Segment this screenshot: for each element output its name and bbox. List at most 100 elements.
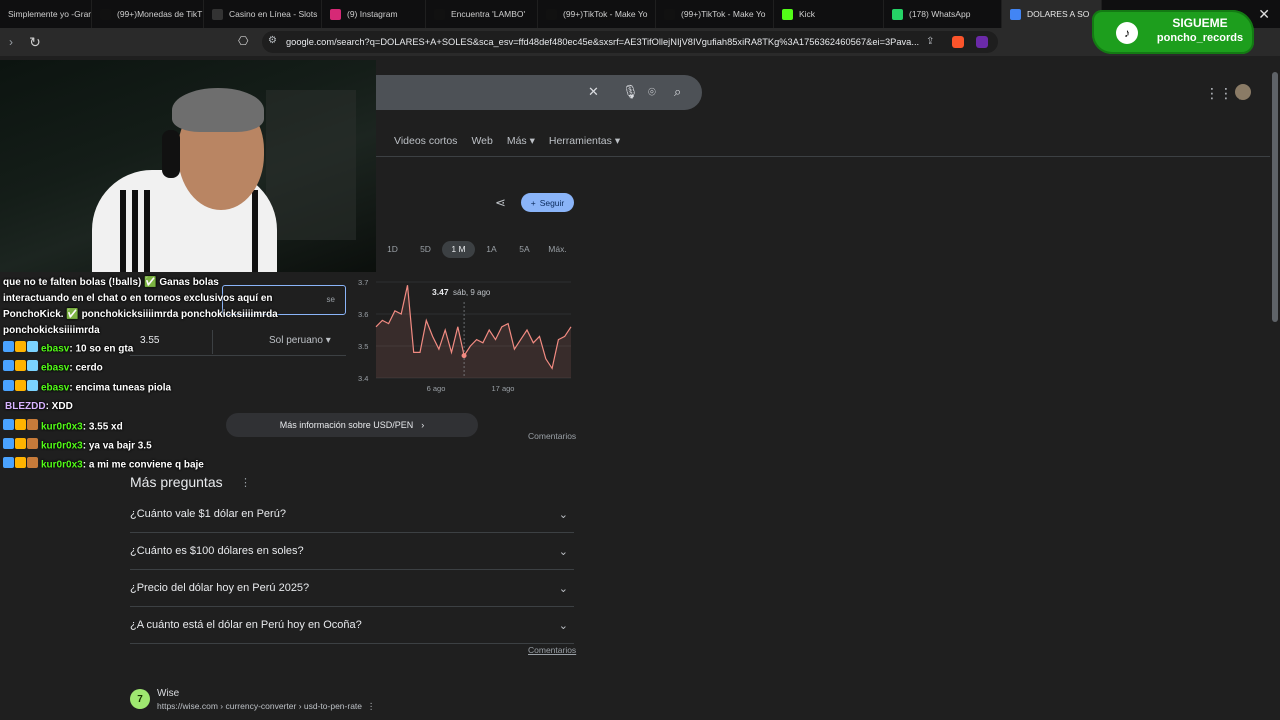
range-option[interactable]: 5D <box>409 241 442 258</box>
browser-tab[interactable]: DOLARES A SO <box>1002 0 1102 28</box>
page-scrollbar[interactable] <box>1270 60 1280 720</box>
bookmark-icon[interactable]: ⎔ <box>238 34 248 48</box>
account-avatar[interactable] <box>1235 84 1251 100</box>
browser-tab[interactable]: Casino en Línea - Slots <box>204 0 322 28</box>
search-icon[interactable]: ⌕ <box>674 84 681 100</box>
badge-icon <box>27 437 38 449</box>
badge-icon <box>3 418 14 430</box>
faq-item[interactable]: ¿Cuánto es $100 dólares en soles? ⌄ <box>130 533 574 570</box>
x-tick-label: 6 ago <box>427 384 446 393</box>
chat-username[interactable]: ebasv <box>41 363 69 374</box>
tab-mas[interactable]: Más ▾ <box>507 135 535 147</box>
tab-label: (9) Instagram <box>347 9 398 19</box>
chat-message: kur0r0x3: ya va bajr 3.5 <box>3 436 373 455</box>
chat-username[interactable]: kur0r0x3 <box>41 421 83 432</box>
badge-icon <box>3 437 14 449</box>
range-option[interactable]: Máx. <box>541 241 574 258</box>
range-option[interactable]: 1A <box>475 241 508 258</box>
tab-label: Simplemente yo -Gran <box>8 9 92 19</box>
badge-icon <box>15 341 26 352</box>
chat-text: encima tuneas piola <box>75 382 172 394</box>
tab-favicon-icon <box>782 8 793 20</box>
user-badges <box>3 417 39 436</box>
header-divider <box>376 156 1280 157</box>
chat-username[interactable]: kur0r0x3 <box>41 440 83 451</box>
more-options-icon[interactable]: ⋮ <box>240 476 251 489</box>
tiktok-icon: ♪ <box>1116 22 1138 44</box>
site-settings-icon[interactable]: ⚙ <box>268 35 277 46</box>
result-site-name[interactable]: Wise <box>157 688 179 699</box>
faq-item[interactable]: ¿Cuánto vale $1 dólar en Perú? ⌄ <box>130 496 574 533</box>
chat-username[interactable]: ebasv <box>41 382 69 393</box>
chevron-down-icon: ⌄ <box>558 508 568 521</box>
faq-item[interactable]: ¿A cuánto está el dólar en Perú hoy en O… <box>130 607 574 644</box>
chat-message: ebasv: 10 so en gta <box>3 339 373 358</box>
wise-logo-icon: 7 <box>130 689 150 709</box>
browser-tab[interactable]: (99+)TikTok - Make Yo <box>656 0 774 28</box>
result-url[interactable]: https://wise.com › currency-converter › … <box>157 701 375 712</box>
browser-tab[interactable]: Simplemente yo -Gran <box>0 0 92 28</box>
tab-favicon-icon <box>892 8 903 20</box>
overlay-line1: SIGUEME <box>1172 16 1228 30</box>
browser-tab[interactable]: (178) WhatsApp <box>884 0 1002 28</box>
clear-icon[interactable]: ✕ <box>588 84 599 100</box>
tab-label: Casino en Línea - Slots <box>229 9 318 19</box>
tooltip-date: sáb, 9 ago <box>453 288 491 297</box>
chat-username[interactable]: kur0r0x3 <box>41 460 83 471</box>
user-badges <box>3 455 39 474</box>
lens-icon[interactable]: ⌾ <box>648 84 656 100</box>
badge-icon <box>3 379 14 391</box>
tab-label: (99+)TikTok - Make Yo <box>563 9 648 19</box>
reload-icon[interactable]: ↻ <box>24 34 46 51</box>
browser-tab[interactable]: Encuentra 'LAMBO' <box>426 0 538 28</box>
chat-message: BLEZDD: XDD <box>3 397 373 416</box>
scrollbar-thumb[interactable] <box>1272 72 1278 322</box>
address-bar[interactable]: ⚙ google.com/search?q=DOLARES+A+SOLES&sc… <box>262 31 998 53</box>
exchange-rate-chart: 3.73.63.53.43.47 sáb, 9 ago6 ago 17 ago <box>358 278 572 393</box>
brave-shield-icon[interactable] <box>952 36 964 48</box>
pinned-line: que no te falten bolas (!balls) ✅ Ganas … <box>3 277 219 288</box>
follow-button[interactable]: + Seguir <box>521 193 574 212</box>
range-option[interactable]: 1 M <box>442 241 475 258</box>
tooltip-value: 3.47 <box>432 287 449 297</box>
chat-message: kur0r0x3: 3.55 xd <box>3 417 373 436</box>
more-questions-title: Más preguntas <box>130 474 223 490</box>
tab-videos-cortos[interactable]: Videos cortos <box>394 135 457 147</box>
follow-label: Seguir <box>539 197 565 208</box>
browser-tab-bar: Simplemente yo -Gran (99+)Monedas de TikT… <box>0 0 1280 28</box>
range-option[interactable]: 5A <box>508 241 541 258</box>
tab-label: Kick <box>799 9 816 19</box>
share-icon[interactable]: ⋖ <box>495 195 506 211</box>
tab-favicon-icon <box>546 8 557 20</box>
tab-herramientas[interactable]: Herramientas ▾ <box>549 135 620 147</box>
hover-dot <box>461 353 467 359</box>
rewards-icon[interactable] <box>976 36 988 48</box>
forward-icon[interactable]: › <box>0 35 22 49</box>
browser-tab[interactable]: (99+)Monedas de TikT <box>92 0 204 28</box>
faq-question: ¿Cuánto vale $1 dólar en Perú? <box>130 508 286 520</box>
browser-tab[interactable]: Kick <box>774 0 884 28</box>
badge-icon <box>15 379 26 391</box>
pinned-line: PonchoKick. ✅ ponchokicksiiiimrda poncho… <box>3 309 278 320</box>
badge-icon <box>3 341 14 352</box>
user-badges <box>3 339 39 358</box>
search-box[interactable]: ✕ 🎙 ⌾ ⌕ <box>376 75 702 110</box>
headset-icon <box>162 130 180 178</box>
faq-question: ¿Precio del dólar hoy en Perú 2025? <box>130 582 310 594</box>
browser-tab[interactable]: (99+)TikTok - Make Yo <box>538 0 656 28</box>
comments-link-2[interactable]: Comentarios <box>528 645 576 655</box>
chat-username[interactable]: BLEZDD <box>5 401 46 412</box>
range-option[interactable]: 1D <box>376 241 409 258</box>
chat-message: kur0r0x3: a mi me conviene q baje <box>3 455 373 474</box>
comments-link[interactable]: Comentarios <box>528 431 576 441</box>
tab-web[interactable]: Web <box>471 135 492 147</box>
chat-username[interactable]: ebasv <box>41 343 69 354</box>
browser-tab[interactable]: (9) Instagram <box>322 0 426 28</box>
faq-item[interactable]: ¿Precio del dólar hoy en Perú 2025? ⌄ <box>130 570 574 607</box>
search-tabs: Videos cortos Web Más ▾ Herramientas ▾ <box>394 135 620 147</box>
close-window-icon[interactable]: ✕ <box>1258 6 1270 23</box>
user-badges <box>3 436 39 455</box>
mic-icon[interactable]: 🎙 <box>622 84 639 100</box>
share-icon[interactable]: ⇪ <box>926 36 938 48</box>
badge-icon <box>27 418 38 430</box>
